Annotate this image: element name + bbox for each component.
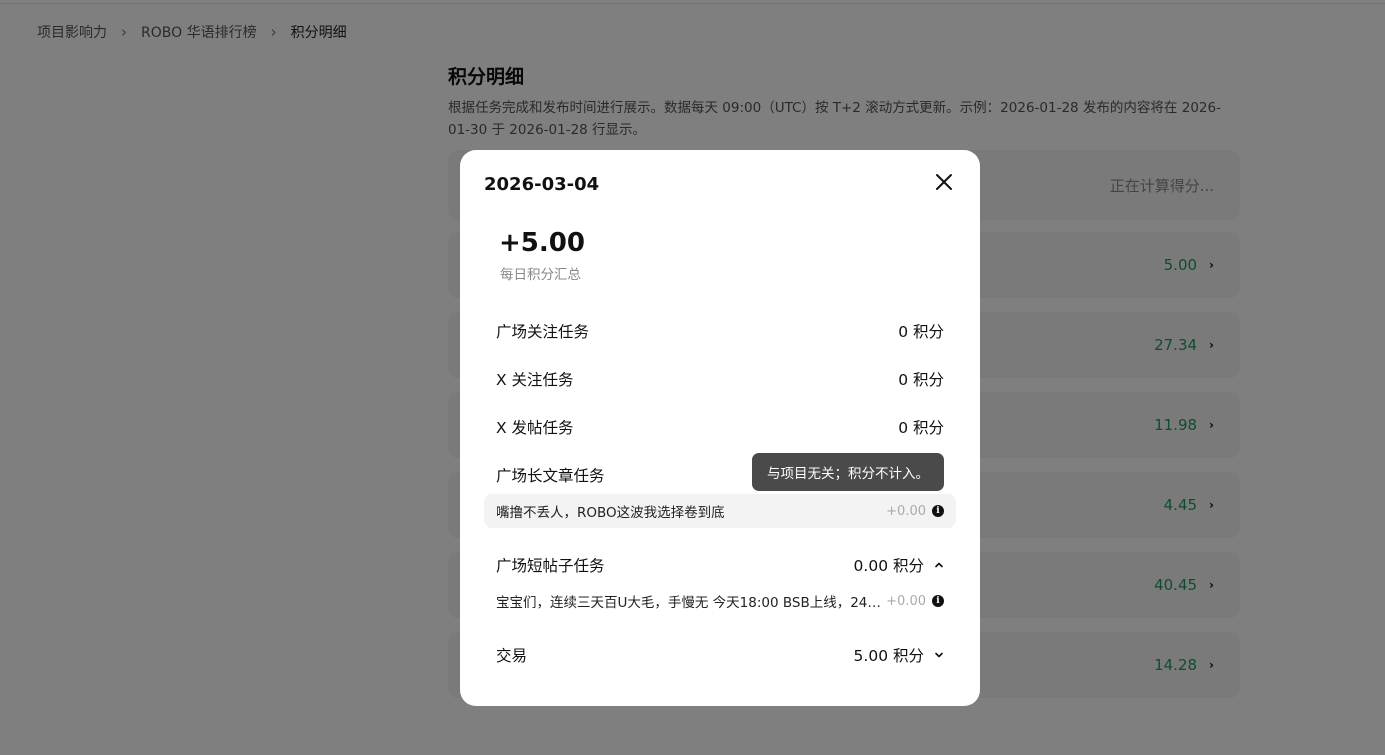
long-article-item: 嘴撸不丢人，ROBO这波我选择卷到底 +0.00 i bbox=[484, 494, 956, 528]
close-icon bbox=[936, 174, 952, 190]
info-icon[interactable]: i bbox=[932, 505, 944, 517]
close-button[interactable] bbox=[932, 170, 956, 194]
task-name: X 关注任务 bbox=[496, 371, 574, 389]
task-row-square-follow: 广场关注任务 0 积分 bbox=[496, 319, 944, 343]
task-points: 0 积分 bbox=[898, 371, 944, 389]
task-row-square-short-post[interactable]: 广场短帖子任务 0.00 积分 bbox=[496, 553, 944, 577]
short-post-item: 宝宝们，连续三天百U大毛，手慢无 今天18:00 BSB上线，246... +0… bbox=[484, 584, 956, 618]
item-title: 嘴撸不丢人，ROBO这波我选择卷到底 bbox=[496, 505, 725, 521]
info-icon[interactable]: i bbox=[932, 595, 944, 607]
daily-total-label: 每日积分汇总 bbox=[500, 267, 581, 283]
task-points: 0 积分 bbox=[898, 419, 944, 437]
task-points: 5.00 积分 bbox=[853, 647, 924, 665]
task-name: 广场短帖子任务 bbox=[496, 557, 605, 575]
item-points-value: +0.00 bbox=[886, 593, 926, 609]
daily-total-points: +5.00 bbox=[499, 228, 585, 258]
chevron-down-icon[interactable] bbox=[934, 650, 944, 660]
task-points-wrap: 5.00 积分 bbox=[854, 644, 944, 666]
task-name: 交易 bbox=[496, 647, 528, 665]
task-points: 0 积分 bbox=[898, 323, 944, 341]
item-points: +0.00 i bbox=[886, 504, 944, 519]
task-row-trading[interactable]: 交易 5.00 积分 bbox=[496, 643, 944, 667]
chevron-up-icon[interactable] bbox=[934, 560, 944, 570]
item-points-value: +0.00 bbox=[886, 503, 926, 519]
task-row-x-post: X 发帖任务 0 积分 bbox=[496, 415, 944, 439]
item-points: +0.00 i bbox=[886, 594, 944, 609]
daily-points-modal: 2026-03-04 +5.00 每日积分汇总 广场关注任务 0 积分 X 关注… bbox=[460, 150, 980, 706]
task-points: 0.00 积分 bbox=[853, 557, 924, 575]
task-name: 广场长文章任务 bbox=[496, 467, 605, 485]
task-row-x-follow: X 关注任务 0 积分 bbox=[496, 367, 944, 391]
task-points-wrap: 0.00 积分 bbox=[854, 554, 944, 576]
item-title: 宝宝们，连续三天百U大毛，手慢无 今天18:00 BSB上线，246... bbox=[496, 595, 887, 611]
info-tooltip: 与项目无关；积分不计入。 bbox=[752, 453, 944, 491]
task-name: X 发帖任务 bbox=[496, 419, 574, 437]
modal-date: 2026-03-04 bbox=[484, 174, 600, 195]
task-name: 广场关注任务 bbox=[496, 323, 590, 341]
